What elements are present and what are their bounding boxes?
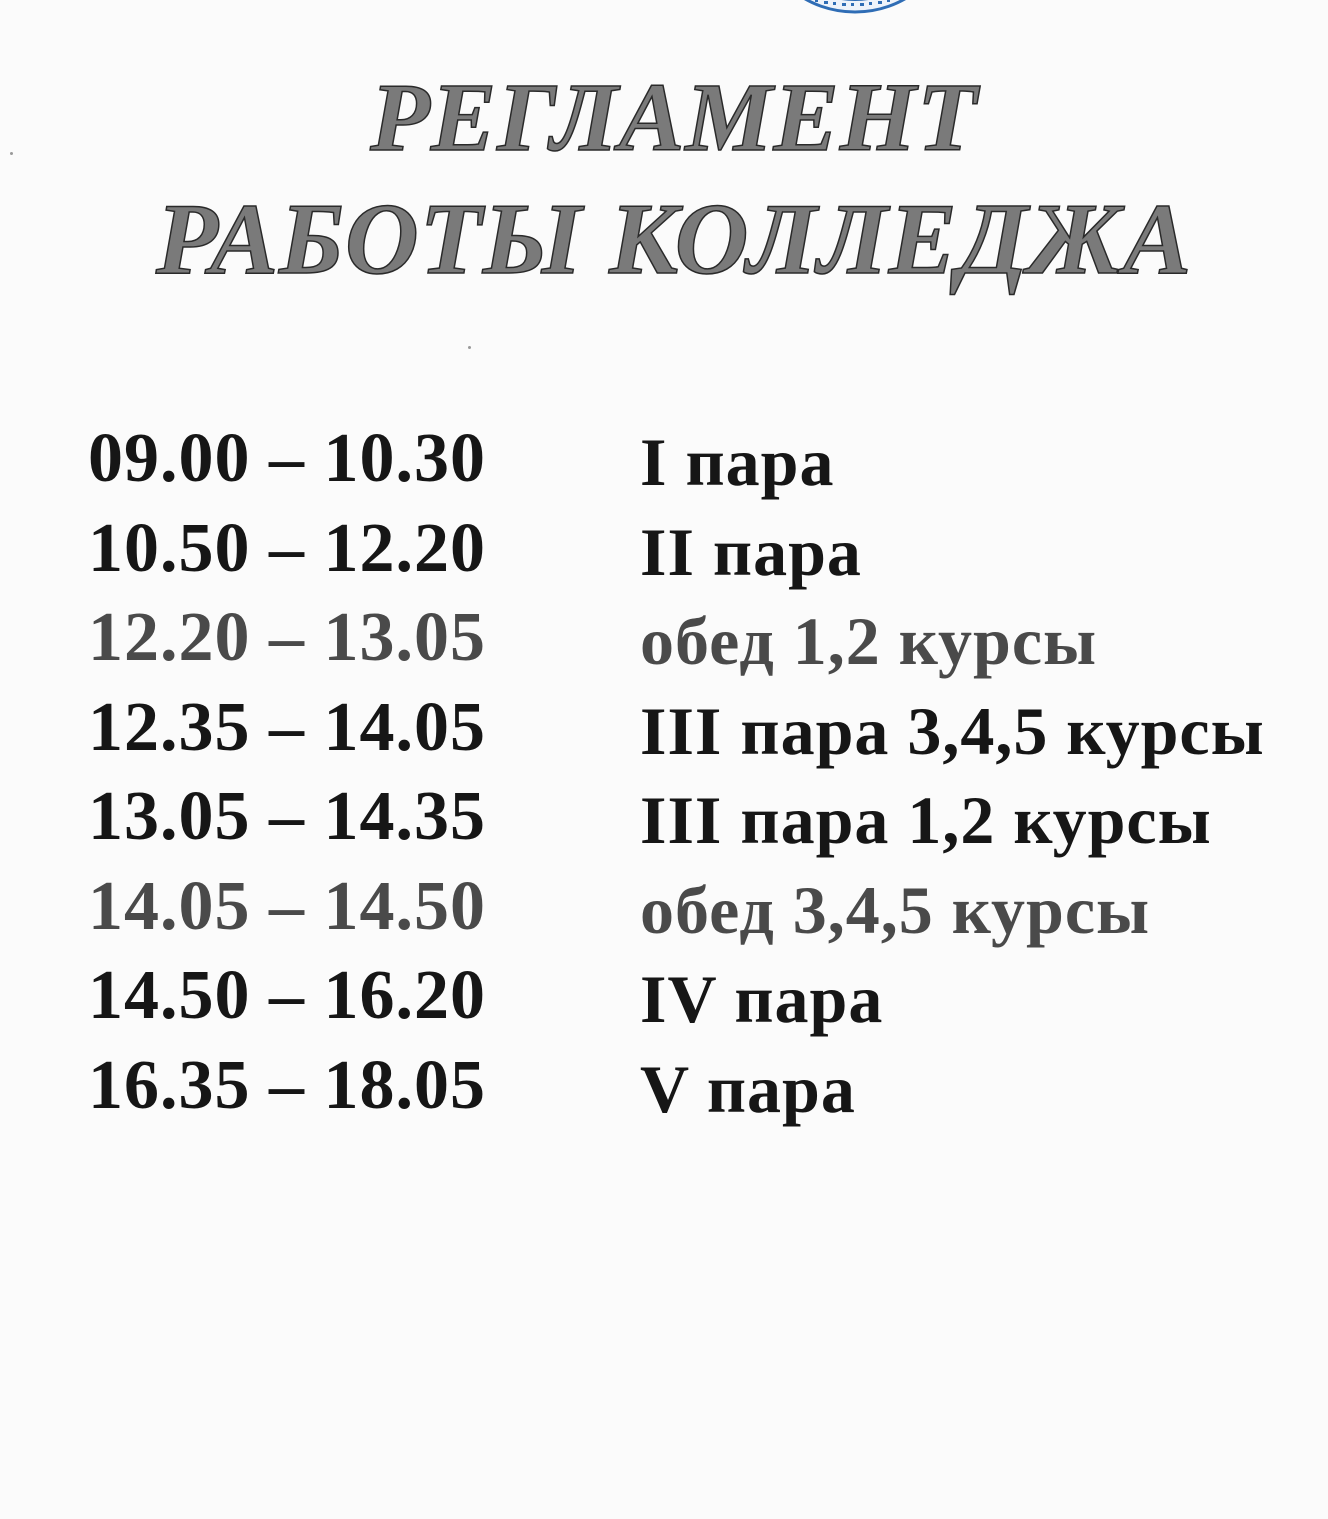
period-label: I пара bbox=[640, 424, 835, 500]
scan-speck bbox=[468, 346, 471, 349]
time-range: 14.50 – 16.20 bbox=[88, 957, 486, 1034]
time-range: 12.35 – 14.05 bbox=[88, 688, 486, 766]
period-label: III пара 3,4,5 курсы bbox=[640, 692, 1265, 769]
page-title-line-1: РЕГЛАМЕНТ bbox=[369, 63, 978, 173]
time-range: 14.05 – 14.50 bbox=[88, 867, 486, 945]
period-label: II пара bbox=[640, 513, 862, 590]
page-title-line-2: РАБОТЫ КОЛЛЕДЖА bbox=[155, 182, 1193, 297]
seal-graphic bbox=[804, 0, 906, 14]
schedule-row: 10.50 – 12.20 II пара bbox=[88, 504, 1308, 594]
period-label: обед 1,2 курсы bbox=[640, 603, 1098, 679]
time-range: 16.35 – 18.05 bbox=[88, 1046, 486, 1124]
schedule-list: 09.00 – 10.30 I пара 10.50 – 12.20 II па… bbox=[88, 414, 1308, 1130]
schedule-row: 14.05 – 14.50 обед 3,4,5 курсы bbox=[88, 862, 1308, 952]
period-label: IV пара bbox=[640, 961, 884, 1037]
period-label: обед 3,4,5 курсы bbox=[640, 871, 1151, 948]
schedule-row: 09.00 – 10.30 I пара bbox=[88, 414, 1308, 504]
period-label: III пара 1,2 курсы bbox=[640, 782, 1212, 858]
schedule-row: 13.05 – 14.35 III пара 1,2 курсы bbox=[88, 772, 1308, 862]
schedule-row: 16.35 – 18.05 V пара bbox=[88, 1041, 1308, 1131]
time-range: 09.00 – 10.30 bbox=[88, 420, 486, 497]
schedule-row: 12.20 – 13.05 обед 1,2 курсы bbox=[88, 593, 1308, 683]
time-range: 10.50 – 12.20 bbox=[88, 509, 486, 587]
document-page: РЕГЛАМЕНТ РАБОТЫ КОЛЛЕДЖА 09.00 – 10.30 … bbox=[0, 0, 1328, 1519]
time-range: 13.05 – 14.35 bbox=[88, 778, 486, 855]
seal-stamp bbox=[760, 0, 950, 15]
period-label: V пара bbox=[640, 1050, 856, 1127]
time-range: 12.20 – 13.05 bbox=[88, 599, 486, 676]
schedule-row: 12.35 – 14.05 III пара 3,4,5 курсы bbox=[88, 683, 1308, 773]
scan-speck bbox=[10, 152, 13, 155]
schedule-row: 14.50 – 16.20 IV пара bbox=[88, 951, 1308, 1041]
